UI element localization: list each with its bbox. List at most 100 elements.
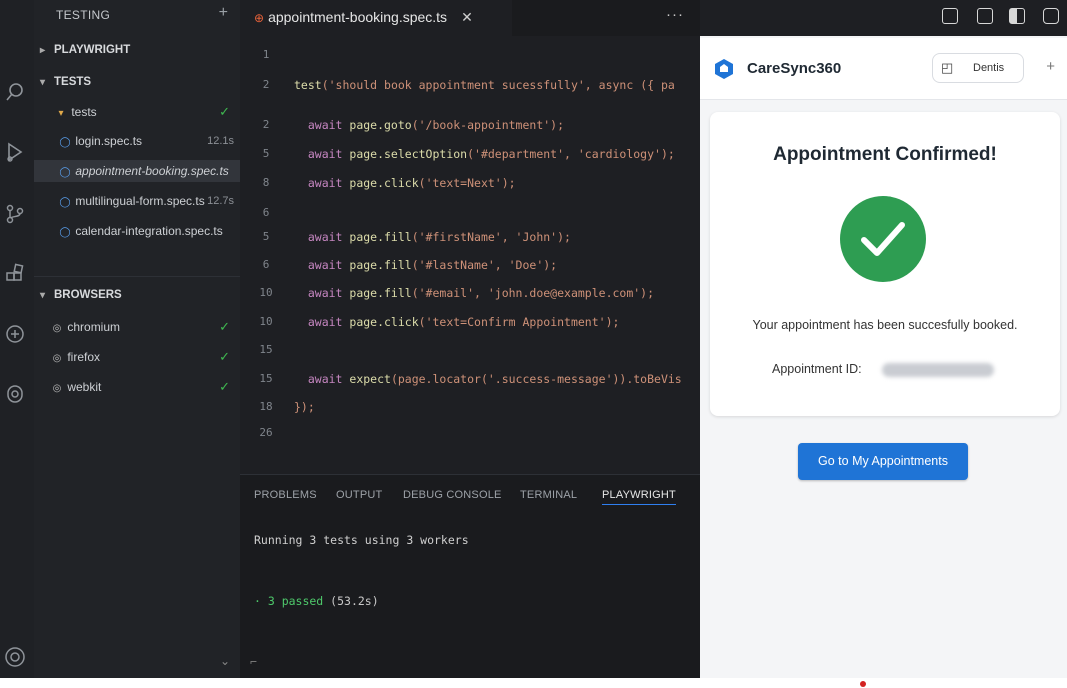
app-header: CareSync360 ◰ Dentis + bbox=[700, 38, 1067, 100]
tree-item-multilingual-form-spec[interactable]: ◯ multilingual-form.spec.ts 12.7s bbox=[34, 190, 240, 212]
line-number: 1 bbox=[262, 48, 270, 61]
line-number: 18 bbox=[259, 400, 273, 413]
browser-toolbar bbox=[700, 0, 1067, 36]
brand-name: CareSync360 bbox=[747, 60, 842, 77]
line-number: 10 bbox=[259, 286, 273, 299]
tab-playwright[interactable]: PLAYWRIGHT bbox=[602, 489, 676, 505]
settings-icon[interactable] bbox=[1043, 8, 1059, 24]
go-to-appointments-button[interactable]: Go to My Appointments bbox=[798, 443, 968, 480]
code-line: await page.goto('/book-appointment'); bbox=[294, 118, 565, 132]
account-icon[interactable] bbox=[3, 645, 27, 669]
close-icon[interactable]: ✕ bbox=[461, 9, 473, 25]
code-line: test('should book appointment sucessfull… bbox=[294, 78, 675, 92]
test-file-icon: ◯ bbox=[59, 167, 71, 178]
chevron-right-icon: ▸ bbox=[40, 45, 46, 56]
tab-debug-console[interactable]: DEBUG CONSOLE bbox=[403, 489, 502, 501]
code-line: await page.fill('#firstName', 'John'); bbox=[294, 230, 571, 244]
line-number: 6 bbox=[262, 206, 270, 219]
user-icon: ◰ bbox=[941, 60, 954, 75]
typescript-file-icon: ⊕ bbox=[254, 11, 265, 25]
testing-flask-icon[interactable] bbox=[3, 322, 27, 346]
extensions-icon[interactable] bbox=[3, 262, 27, 286]
line-number: 5 bbox=[262, 230, 270, 243]
check-icon: ✓ bbox=[219, 349, 230, 364]
code-line: await page.click('text=Next'); bbox=[294, 176, 516, 190]
section-playwright[interactable]: ▸ PLAYWRIGHT bbox=[40, 44, 130, 56]
add-icon[interactable]: + bbox=[219, 4, 228, 22]
layout-sidebar-icon[interactable] bbox=[942, 8, 958, 24]
layout-panel-icon[interactable] bbox=[977, 8, 993, 24]
browser-item-firefox[interactable]: ◎ firefox ✓ bbox=[34, 346, 240, 368]
collapse-chevron-icon[interactable]: ⌄ bbox=[220, 654, 230, 668]
profile-pill[interactable]: ◰ Dentis bbox=[932, 53, 1024, 83]
code-line: await page.selectOption('#department', '… bbox=[294, 147, 675, 161]
caresync-logo-icon bbox=[715, 59, 733, 79]
divider bbox=[34, 276, 240, 277]
sidebar-title: TESTING bbox=[56, 8, 111, 22]
browser-preview: CareSync360 ◰ Dentis + Appointment Confi… bbox=[700, 0, 1067, 678]
passed-summary: · 3 passed (53.2s) bbox=[254, 594, 379, 608]
section-tests[interactable]: ▾ TESTS bbox=[40, 76, 91, 88]
tree-item-label: tests bbox=[71, 105, 97, 119]
duration-label: 12.7s bbox=[207, 195, 234, 207]
line-number: 2 bbox=[262, 118, 270, 131]
confirmation-message: Your appointment has been succesfully bo… bbox=[752, 318, 1018, 332]
profile-label: Dentis bbox=[973, 62, 1005, 74]
tree-item-login-spec[interactable]: ◯ login.spec.ts 12.1s bbox=[34, 130, 240, 152]
tree-item-appointment-booking-spec[interactable]: ◯ appointment-booking.spec.ts bbox=[34, 160, 240, 182]
check-icon: ✓ bbox=[219, 104, 230, 119]
folder-icon: ▾ bbox=[58, 108, 64, 119]
line-number: 15 bbox=[259, 372, 273, 385]
terminal-cursor-icon: ⌐ bbox=[250, 655, 257, 669]
browser-icon: ◎ bbox=[52, 353, 62, 364]
section-browsers[interactable]: ▾ BROWSERS bbox=[40, 289, 122, 301]
browser-icon: ◎ bbox=[52, 383, 62, 394]
tree-item-label: multilingual-form.spec.ts bbox=[75, 194, 205, 208]
source-control-icon[interactable] bbox=[3, 202, 27, 226]
remote-explorer-icon[interactable] bbox=[3, 382, 27, 406]
chevron-down-icon: ▾ bbox=[40, 77, 46, 88]
line-number: 5 bbox=[262, 147, 270, 160]
browser-label: webkit bbox=[67, 380, 102, 394]
check-icon: ✓ bbox=[219, 379, 230, 394]
check-icon: ✓ bbox=[219, 319, 230, 334]
run-status-line: Running 3 tests using 3 workers bbox=[254, 533, 469, 547]
confirmation-title: Appointment Confirmed! bbox=[773, 144, 997, 165]
editor-tab-bar: ⊕ appointment-booking.spec.ts ✕ ··· bbox=[240, 0, 700, 36]
line-number: 8 bbox=[262, 176, 270, 189]
editor-tab[interactable]: ⊕ appointment-booking.spec.ts ✕ bbox=[240, 0, 512, 36]
more-actions-icon[interactable]: ··· bbox=[666, 6, 684, 23]
layout-split-icon[interactable] bbox=[1009, 8, 1025, 24]
browser-icon: ◎ bbox=[52, 323, 62, 334]
test-file-icon: ◯ bbox=[59, 227, 71, 238]
code-line: await expect(page.locator('.success-mess… bbox=[294, 372, 682, 386]
line-number: 2 bbox=[262, 78, 270, 91]
line-number: 6 bbox=[262, 258, 270, 271]
run-debug-icon[interactable] bbox=[3, 140, 27, 164]
tree-item-tests-folder[interactable]: ▾ tests ✓ bbox=[34, 101, 240, 123]
tree-item-label: calendar-integration.spec.ts bbox=[75, 224, 223, 238]
add-icon[interactable]: + bbox=[1046, 58, 1055, 75]
confirmation-card: Appointment Confirmed! Your appointment … bbox=[710, 112, 1060, 416]
appointment-id-label: Appointment ID: bbox=[772, 362, 862, 376]
line-number: 10 bbox=[259, 315, 273, 328]
tree-item-calendar-integration-spec[interactable]: ◯ calendar-integration.spec.ts bbox=[34, 220, 240, 242]
browser-item-webkit[interactable]: ◎ webkit ✓ bbox=[34, 376, 240, 398]
success-check-icon bbox=[840, 196, 926, 282]
tree-item-label: appointment-booking.spec.ts bbox=[75, 164, 229, 178]
code-area[interactable]: 1 2 test('should book appointment sucessfu… bbox=[240, 36, 700, 472]
line-number: 26 bbox=[259, 426, 273, 439]
test-file-icon: ◯ bbox=[59, 137, 71, 148]
browser-item-chromium[interactable]: ◎ chromium ✓ bbox=[34, 316, 240, 338]
chevron-down-icon: ▾ bbox=[40, 290, 46, 301]
search-icon[interactable] bbox=[3, 80, 27, 104]
browser-label: firefox bbox=[67, 350, 101, 364]
tab-label: appointment-booking.spec.ts bbox=[268, 9, 448, 25]
test-file-icon: ◯ bbox=[59, 197, 71, 208]
code-line: await page.fill('#email', 'john.doe@exam… bbox=[294, 286, 655, 300]
code-line: }); bbox=[294, 400, 315, 414]
tab-problems[interactable]: PROBLEMS bbox=[254, 489, 317, 501]
tab-output[interactable]: OUTPUT bbox=[336, 489, 382, 501]
testing-sidebar: TESTING + ▸ PLAYWRIGHT ▾ TESTS ▾ tests ✓ ◯… bbox=[34, 0, 240, 678]
tab-terminal[interactable]: TERMINAL bbox=[520, 489, 577, 501]
